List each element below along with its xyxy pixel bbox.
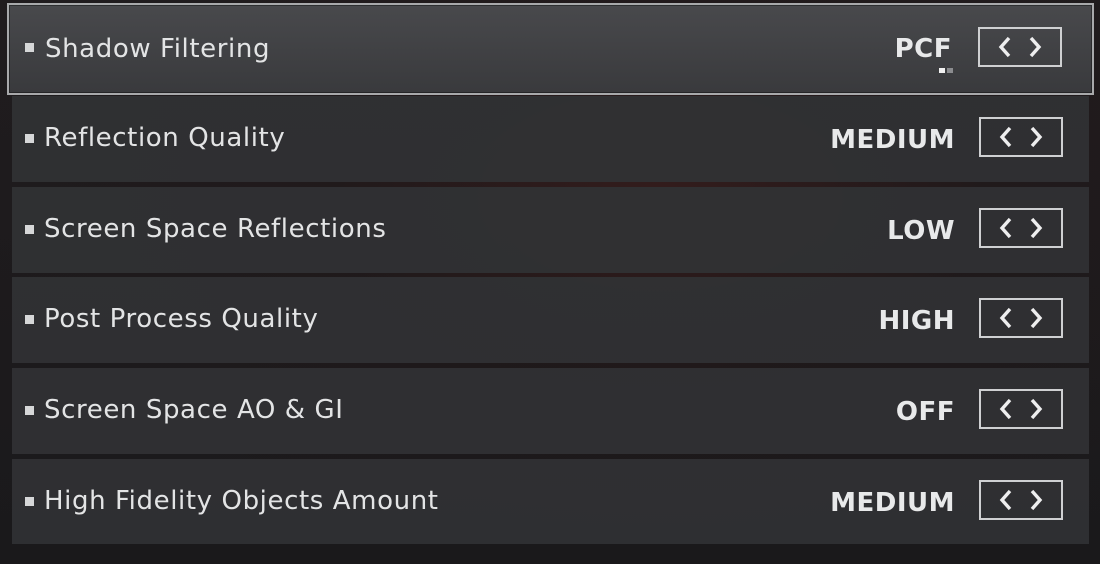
square-bullet-icon [25,315,34,324]
square-bullet-icon [25,225,34,234]
chevron-right-icon[interactable] [1021,482,1051,518]
setting-value: LOW [887,216,955,246]
option-position-indicator [939,68,955,74]
chevron-right-icon[interactable] [1021,210,1051,246]
option-indicator-active [939,68,945,73]
setting-row-high-fidelity-objects-amount[interactable]: High Fidelity Objects Amount MEDIUM [12,459,1089,544]
chevron-right-icon[interactable] [1021,300,1051,336]
square-bullet-icon [25,134,34,143]
square-bullet-icon [25,43,34,52]
setting-row-screen-space-reflections[interactable]: Screen Space Reflections LOW [12,187,1089,273]
chevron-right-icon[interactable] [1021,391,1051,427]
setting-label: Shadow Filtering [45,34,271,64]
graphics-settings-list: Shadow Filtering PCF Reflection Quality … [0,0,1100,564]
setting-row-post-process-quality[interactable]: Post Process Quality HIGH [12,277,1089,363]
setting-label: Screen Space Reflections [44,214,387,244]
setting-value: MEDIUM [830,488,955,518]
setting-row-screen-space-ao-gi[interactable]: Screen Space AO & GI OFF [12,368,1089,454]
chevron-left-icon[interactable] [991,482,1021,518]
chevron-left-icon[interactable] [991,210,1021,246]
setting-value: HIGH [878,306,955,336]
chevron-left-icon[interactable] [991,391,1021,427]
setting-label: High Fidelity Objects Amount [44,486,439,516]
chevron-right-icon[interactable] [1020,29,1050,65]
setting-label: Screen Space AO & GI [44,395,344,425]
chevron-left-icon[interactable] [990,29,1020,65]
value-stepper [979,480,1063,520]
chevron-right-icon[interactable] [1021,119,1051,155]
setting-value: PCF [894,34,952,64]
value-stepper [979,208,1063,248]
chevron-left-icon[interactable] [991,300,1021,336]
square-bullet-icon [25,497,34,506]
square-bullet-icon [25,406,34,415]
setting-value: OFF [895,397,955,427]
value-stepper [979,389,1063,429]
value-stepper [979,298,1063,338]
setting-row-shadow-filtering[interactable]: Shadow Filtering PCF [7,3,1094,95]
chevron-left-icon[interactable] [991,119,1021,155]
option-indicator-inactive [947,68,953,73]
setting-value: MEDIUM [830,125,955,155]
setting-row-reflection-quality[interactable]: Reflection Quality MEDIUM [12,96,1089,182]
setting-label: Post Process Quality [44,304,319,334]
value-stepper [978,27,1062,67]
setting-label: Reflection Quality [44,123,286,153]
value-stepper [979,117,1063,157]
